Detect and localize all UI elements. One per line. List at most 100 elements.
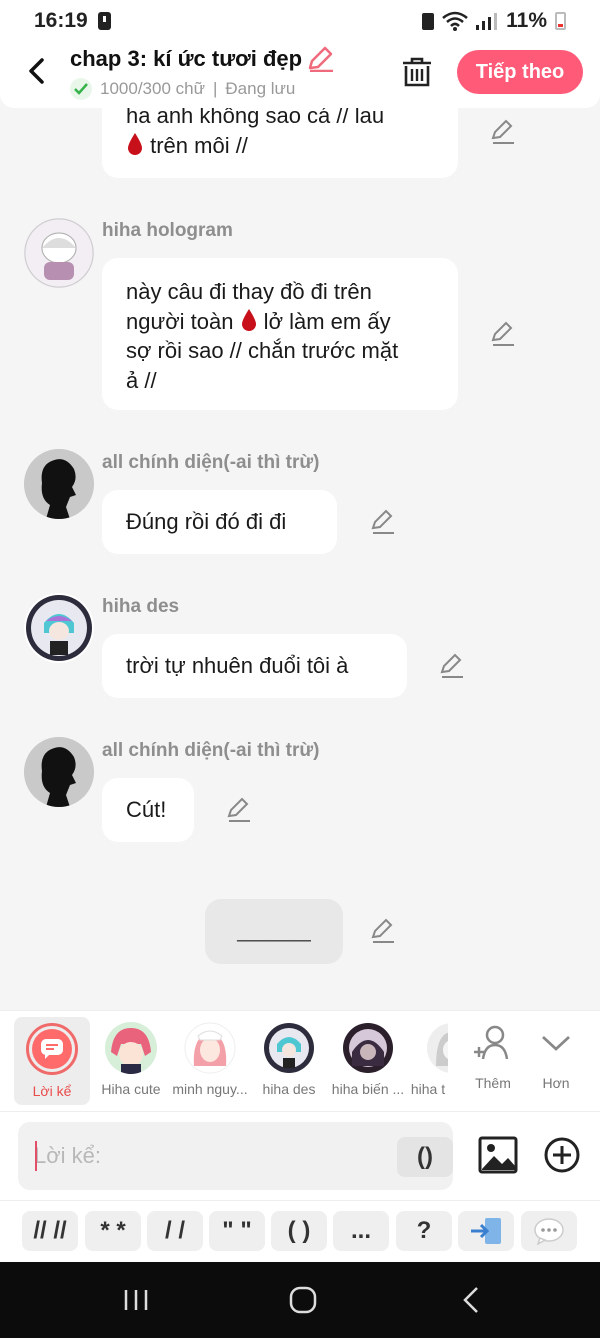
character-avatar [426, 1022, 448, 1074]
character-option[interactable]: Hiha cute [92, 1011, 170, 1103]
next-button[interactable]: Tiếp theo [457, 50, 583, 94]
message-line: trên môi // [126, 131, 434, 161]
add-person-icon [474, 1025, 509, 1060]
message-line: sợ rồi sao // chắn trước mặt [126, 338, 399, 363]
sender-name: all chính diện(-ai thì trừ) [102, 452, 320, 473]
message-bubble[interactable]: Cút! [102, 778, 194, 842]
top-header: chap 3: kí ức tươi đẹp 1000/300 chữ | Đa… [0, 42, 600, 108]
shortcut-row: // // * * / / " " ( ) ... ? [0, 1200, 600, 1262]
shortcut-slash[interactable]: / / [147, 1211, 203, 1251]
message-bubble[interactable]: ha anh không sao cá // lau trên môi // [102, 108, 458, 178]
separator: | [212, 79, 218, 98]
avatar[interactable] [24, 449, 94, 519]
narrator-icon [26, 1023, 78, 1075]
narrator-button[interactable]: Lời kể [14, 1017, 90, 1105]
plus-circle-icon[interactable] [543, 1136, 581, 1174]
more-button[interactable]: Hơn [518, 1011, 594, 1103]
input-row: () [0, 1112, 600, 1200]
message-bubble[interactable]: này câu đi thay đồ đi trên người toàn lở… [102, 258, 458, 410]
subtitle-row: 1000/300 chữ | Đang lưu [70, 78, 334, 100]
character-option[interactable]: hiha des [250, 1011, 328, 1103]
text-cursor [35, 1141, 37, 1171]
chat-area: ha anh không sao cá // lau trên môi // h… [0, 108, 600, 1013]
back-icon[interactable] [452, 1284, 492, 1316]
chat-bubble-button[interactable] [521, 1211, 577, 1251]
system-nav-bar [0, 1262, 600, 1338]
signal-icon [476, 13, 498, 30]
character-avatar [342, 1022, 394, 1074]
image-icon[interactable] [478, 1136, 518, 1174]
avatar[interactable] [24, 737, 94, 807]
message-line: ả // [126, 367, 157, 393]
parenthesis-button[interactable]: () [397, 1137, 453, 1177]
shortcut-quote[interactable]: " " [209, 1211, 265, 1251]
insert-button[interactable] [458, 1211, 514, 1251]
recents-icon[interactable] [116, 1284, 156, 1316]
status-time: 16:19 [34, 9, 88, 32]
character-name: Hiha cute [101, 1081, 161, 1097]
character-name: hiha biến ... [331, 1081, 405, 1097]
message-line: này câu đi thay đồ đi trên [126, 279, 372, 304]
character-option[interactable]: hiha t [408, 1011, 448, 1103]
trash-icon[interactable] [400, 56, 434, 88]
wifi-icon [442, 11, 468, 31]
chapter-title: chap 3: kí ức tươi đẹp [70, 46, 303, 71]
shortcut-double-slash[interactable]: // // [22, 1211, 78, 1251]
home-icon[interactable] [283, 1284, 323, 1316]
sender-name: all chính diện(-ai thì trừ) [102, 740, 320, 761]
shortcut-ellipsis[interactable]: ... [333, 1211, 389, 1251]
message-line: Đúng rồi đó đi đi [126, 509, 287, 534]
message-bubble[interactable]: Đúng rồi đó đi đi [102, 490, 337, 554]
word-count: 1000/300 chữ [100, 79, 205, 98]
character-name: minh nguy... [172, 1081, 248, 1097]
drop-emoji-icon [128, 132, 142, 155]
character-avatar [184, 1022, 236, 1074]
sender-name: hiha hologram [102, 220, 233, 241]
title-block: chap 3: kí ức tươi đẹp 1000/300 chữ | Đa… [70, 46, 334, 100]
message-line: Cút! [126, 797, 167, 822]
sd-card-icon [422, 12, 435, 30]
edit-icon[interactable] [490, 119, 516, 145]
edit-icon[interactable] [439, 653, 465, 679]
character-bar: Lời kể Hiha cute minh nguy... hiha des h… [0, 1010, 600, 1112]
chat-bubble-icon [534, 1218, 564, 1245]
message-input-box: () [18, 1122, 453, 1190]
narration-bubble[interactable]: ______ [205, 899, 343, 964]
message-bubble[interactable]: trời tự nhuên đuổi tôi à [102, 634, 407, 698]
battery-icon [555, 12, 566, 30]
message-line: trời tự nhuên đuổi tôi à [126, 653, 349, 678]
shortcut-asterisk[interactable]: * * [85, 1211, 141, 1251]
shortcut-parenthesis[interactable]: ( ) [271, 1211, 327, 1251]
alert-icon [97, 12, 111, 30]
shortcut-question[interactable]: ? [396, 1211, 452, 1251]
status-bar: 16:19 11% [0, 0, 600, 42]
character-avatar [263, 1022, 315, 1074]
character-option[interactable]: minh nguy... [171, 1011, 249, 1103]
message-line: người toàn lở làm em ấy [126, 308, 391, 334]
insert-icon [471, 1218, 501, 1244]
more-label: Hơn [542, 1075, 570, 1091]
battery-percent: 11% [506, 9, 547, 32]
edit-icon[interactable] [490, 321, 516, 347]
character-name: hiha des [262, 1081, 316, 1097]
chevron-down-icon [542, 1035, 570, 1051]
character-name: hiha t [410, 1081, 446, 1097]
pencil-icon[interactable] [306, 46, 334, 72]
sender-name: hiha des [102, 596, 180, 617]
chapter-title-row[interactable]: chap 3: kí ức tươi đẹp [70, 46, 334, 72]
avatar[interactable] [24, 593, 94, 663]
save-status: Đang lưu [225, 79, 296, 98]
edit-icon[interactable] [370, 918, 396, 944]
app-root: 16:19 11% chap 3: kí ức tươi đẹp 1000/30… [0, 0, 600, 1338]
edit-icon[interactable] [370, 509, 396, 535]
avatar[interactable] [24, 218, 94, 288]
back-arrow-icon[interactable] [22, 54, 52, 88]
message-input[interactable] [34, 1138, 394, 1174]
edit-icon[interactable] [226, 797, 252, 823]
check-icon [70, 78, 92, 100]
status-right: 11% [422, 9, 566, 33]
drop-emoji-icon [241, 308, 256, 331]
message-line: ha anh không sao cá // lau [126, 108, 385, 128]
message-line: ______ [237, 917, 311, 942]
character-option[interactable]: hiha biến ... [329, 1011, 407, 1103]
